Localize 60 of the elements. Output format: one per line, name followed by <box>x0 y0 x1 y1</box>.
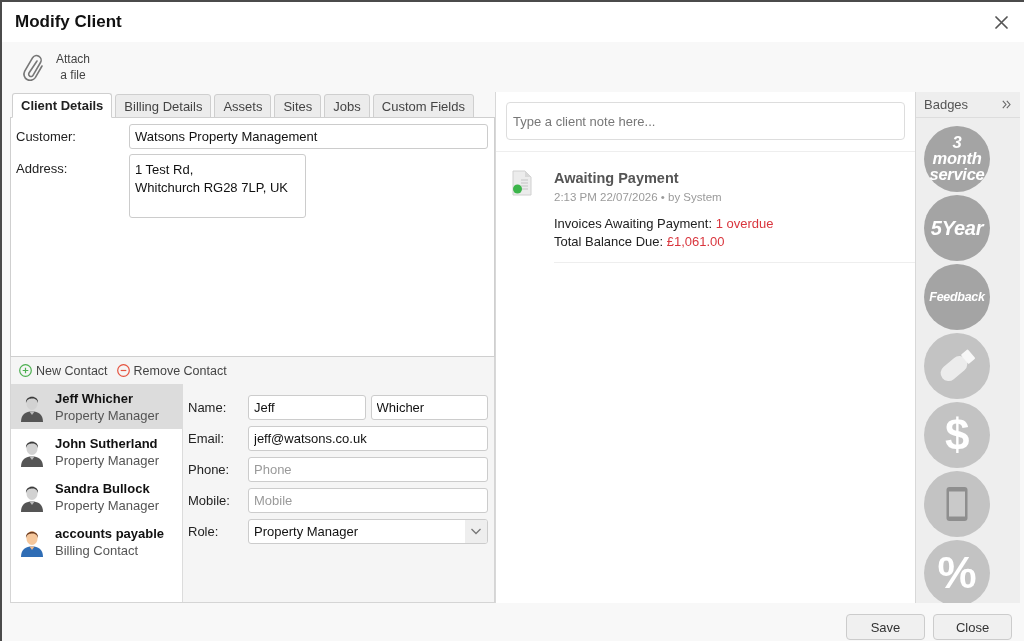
contact-role: Property Manager <box>55 407 160 423</box>
field-label: Name: <box>188 400 228 415</box>
attach-file-label: Attach a file <box>55 51 91 83</box>
tab[interactable]: Billing Details <box>115 94 212 118</box>
contact-name: John Sutherland <box>55 435 159 451</box>
address-field[interactable]: 1 Test Rd, Whitchurch RG28 7LP, UK <box>129 154 306 218</box>
window-title: Modify Client <box>15 12 122 32</box>
contact-name: Sandra Bullock <box>55 480 151 496</box>
contact-list-item[interactable]: John Sutherland Property Manager <box>11 429 182 474</box>
attach-file-button[interactable]: Attach a file <box>21 51 95 83</box>
minus-circle-icon <box>116 364 130 377</box>
tab[interactable]: Client Details <box>12 93 113 118</box>
achievement-badge: $ <box>924 402 990 468</box>
tab[interactable]: Sites <box>274 94 322 118</box>
first-name-field[interactable]: Jeff <box>248 395 366 420</box>
achievement-badge: % <box>924 540 990 603</box>
action-label: Remove Contact <box>133 363 227 378</box>
last-name-field[interactable]: Whicher <box>370 395 488 420</box>
field-label: Mobile: <box>188 493 231 508</box>
activity-detail: Total Balance Due: £1,061.00 <box>554 233 726 251</box>
mobile-field[interactable]: Mobile <box>248 488 488 513</box>
contact-name: Jeff Whicher <box>55 390 134 406</box>
close-button[interactable] <box>993 13 1010 31</box>
contact-role: Property Manager <box>55 497 160 513</box>
activity-meta: 2:13 PM 22/07/2026 • by System <box>554 191 723 203</box>
field-label: Email: <box>188 431 226 446</box>
panel-title: Badges <box>924 97 969 112</box>
save-button[interactable]: Save <box>846 614 925 640</box>
field-label: Role: <box>188 524 220 539</box>
note-field[interactable]: Type a client note here... <box>506 102 905 140</box>
contact-role: Property Manager <box>55 452 160 468</box>
field-label: Customer: <box>16 129 77 144</box>
achievement-badge: 5Year <box>924 195 990 261</box>
action-label: New Contact <box>36 363 108 378</box>
activity-title: Awaiting Payment <box>554 170 680 186</box>
new-contact-button[interactable]: New Contact <box>19 363 108 378</box>
document-icon <box>512 170 532 196</box>
tab[interactable]: Assets <box>214 94 272 118</box>
tab[interactable]: Jobs <box>324 94 370 118</box>
field-label: Phone: <box>188 462 231 477</box>
phone-field[interactable]: Phone <box>248 457 488 482</box>
role-select[interactable]: Property Manager <box>248 519 488 544</box>
contact-list-item[interactable]: accounts payable Billing Contact <box>11 519 182 564</box>
achievement-badge: 3 month service <box>924 126 990 192</box>
contact-role: Billing Contact <box>55 542 140 558</box>
contact-name: accounts payable <box>55 525 165 541</box>
collapse-icon[interactable] <box>1002 100 1011 109</box>
plus-circle-icon <box>19 364 32 377</box>
activity-detail: Invoices Awaiting Payment: 1 overdue <box>554 215 775 233</box>
achievement-badge: Feedback <box>924 264 990 330</box>
customer-field[interactable]: Watsons Property Management <box>129 124 488 149</box>
tab[interactable]: Custom Fields <box>372 94 474 118</box>
close-icon <box>995 15 1008 29</box>
contact-list-item[interactable]: Jeff Whicher Property Manager <box>11 384 182 429</box>
paperclip-icon <box>21 52 45 82</box>
close-button[interactable]: Close <box>933 614 1012 640</box>
field-label: Address: <box>16 160 69 176</box>
remove-contact-button[interactable]: Remove Contact <box>116 363 227 378</box>
contact-list-item[interactable]: Sandra Bullock Property Manager <box>11 474 182 519</box>
email-field[interactable]: jeff@watsons.co.uk <box>248 426 488 451</box>
